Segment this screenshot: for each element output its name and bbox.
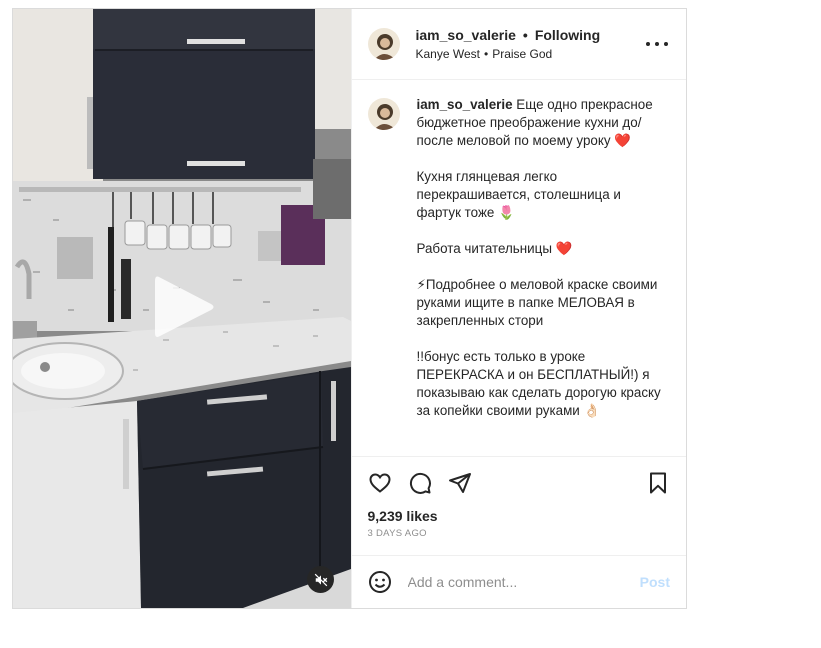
- actions-area: 9,239 likes 3 DAYS AGO: [351, 456, 686, 555]
- header-username[interactable]: iam_so_valerie: [416, 27, 516, 43]
- more-horizontal-icon[interactable]: [646, 35, 668, 53]
- caption-line: !!бонус есть только в уроке ПЕРЕКРАСКА и…: [416, 349, 661, 418]
- caption-username[interactable]: iam_so_valerie: [417, 97, 513, 112]
- caption-line: Работа читательницы ❤️: [416, 241, 573, 256]
- paper-plane-icon[interactable]: [448, 471, 472, 495]
- post-timestamp[interactable]: 3 DAYS AGO: [368, 528, 671, 539]
- instagram-post: iam_so_valerie • Following Kanye West • …: [12, 8, 687, 609]
- music-artist: Kanye West: [415, 47, 480, 61]
- comments-area: iam_so_valerie Еще одно прекрасное бюдже…: [352, 80, 687, 456]
- audio-attribution[interactable]: Kanye West • Praise God: [416, 47, 601, 61]
- music-separator: •: [483, 47, 489, 61]
- caption-line: ⚡Подробнее о меловой краске своими рукам…: [416, 277, 658, 328]
- action-icons: [368, 457, 671, 509]
- smiley-icon[interactable]: [368, 570, 392, 594]
- caption-row: iam_so_valerie Еще одно прекрасное бюдже…: [367, 96, 671, 420]
- comment-input[interactable]: [407, 574, 640, 590]
- post-comment-button[interactable]: Post: [640, 574, 670, 590]
- speaker-muted-icon[interactable]: [307, 566, 334, 593]
- separator-dot: •: [522, 27, 528, 43]
- caption-line: Кухня глянцевая легко перекрашивается, с…: [416, 169, 621, 220]
- avatar[interactable]: [367, 28, 400, 60]
- post-video[interactable]: [13, 9, 351, 608]
- likes-count[interactable]: 9,239 likes: [368, 508, 671, 524]
- comment-box: Post: [351, 555, 686, 608]
- caption-text: iam_so_valerie Еще одно прекрасное бюдже…: [417, 96, 663, 420]
- following-button[interactable]: Following: [535, 27, 600, 43]
- post-header: iam_so_valerie • Following Kanye West • …: [351, 9, 686, 80]
- post-side-panel: iam_so_valerie • Following Kanye West • …: [350, 9, 687, 608]
- play-icon[interactable]: [151, 271, 217, 343]
- comment-icon[interactable]: [408, 471, 432, 495]
- music-title: Praise God: [492, 47, 553, 61]
- avatar[interactable]: [367, 98, 400, 130]
- bookmark-icon[interactable]: [646, 471, 670, 495]
- heart-icon[interactable]: [368, 471, 392, 495]
